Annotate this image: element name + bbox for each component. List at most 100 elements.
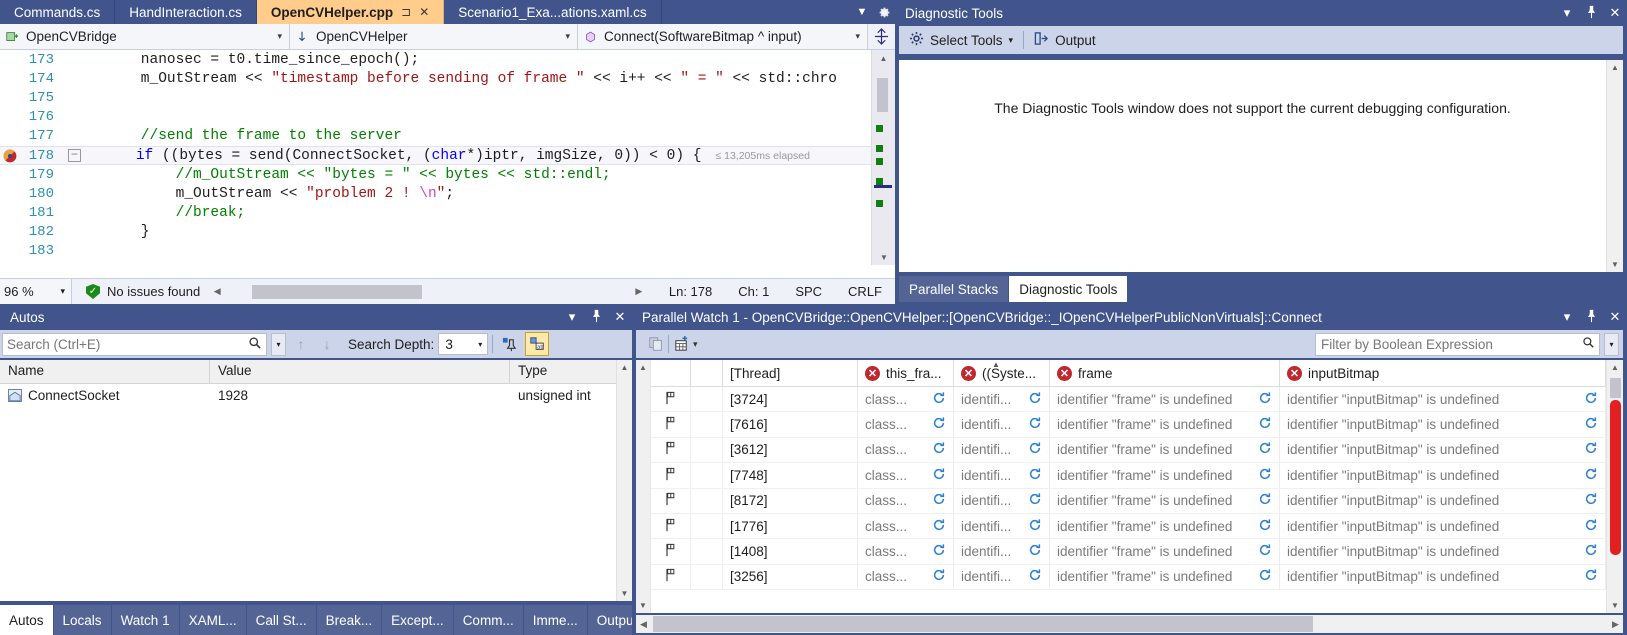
row-cell[interactable]: identifier "inputBitmap" is undefined xyxy=(1280,437,1606,463)
scroll-down-icon[interactable]: ▼ xyxy=(1611,260,1619,269)
table-row[interactable]: [7616] class... identifi... identifier "fra… xyxy=(651,412,1606,438)
flag-icon[interactable] xyxy=(664,518,677,535)
refresh-icon[interactable] xyxy=(1258,391,1272,408)
row-value-cell[interactable]: 1928 xyxy=(210,384,510,406)
column-header-value[interactable]: Value xyxy=(210,360,510,383)
column-header[interactable]: ✕ ((Syste... ▲ xyxy=(954,360,1050,386)
row-cell[interactable]: class... xyxy=(858,513,954,539)
flag-icon[interactable] xyxy=(664,441,677,458)
refresh-icon[interactable] xyxy=(932,467,946,484)
row-cell[interactable]: identifi... xyxy=(954,437,1050,463)
code-line[interactable]: 174 m_OutStream << "timestamp before sen… xyxy=(0,69,871,88)
row-flag-cell[interactable] xyxy=(651,387,691,412)
row-name-cell[interactable]: ConnectSocket xyxy=(0,384,210,406)
debug-tool-tab[interactable]: Except... xyxy=(382,605,454,635)
row-cell[interactable]: identifi... xyxy=(954,539,1050,564)
row-cell[interactable] xyxy=(691,488,723,513)
scroll-left-icon[interactable]: ◀ xyxy=(636,619,651,630)
refresh-icon[interactable] xyxy=(1584,543,1598,560)
column-header[interactable]: ✕ inputBitmap xyxy=(1280,360,1606,386)
debug-tool-tab[interactable]: Comm... xyxy=(453,605,524,635)
table-row[interactable]: [1408] class... identifi... identifier "fra… xyxy=(651,539,1606,565)
refresh-icon[interactable] xyxy=(1028,518,1042,535)
column-header[interactable] xyxy=(691,360,723,386)
refresh-icon[interactable] xyxy=(1584,492,1598,509)
chevron-down-icon[interactable]: ▾ xyxy=(1555,309,1579,325)
row-flag-cell[interactable] xyxy=(651,513,691,539)
row-cell[interactable]: identifier "frame" is undefined xyxy=(1050,513,1280,539)
debug-tool-tab[interactable]: Watch 1 xyxy=(111,605,180,635)
hex-display-icon[interactable]: ab xyxy=(525,332,550,356)
magnifier-icon[interactable] xyxy=(1578,336,1599,352)
row-cell[interactable]: identifier "inputBitmap" is undefined xyxy=(1280,412,1606,437)
flag-icon[interactable] xyxy=(664,492,677,509)
row-cell[interactable]: [3612] xyxy=(723,437,858,463)
search-options-dropdown[interactable]: ▾ xyxy=(271,332,286,356)
close-icon[interactable]: ✕ xyxy=(608,309,632,325)
row-cell[interactable]: class... xyxy=(858,564,954,590)
refresh-icon[interactable] xyxy=(932,568,946,585)
row-cell[interactable]: identifier "frame" is undefined xyxy=(1050,437,1280,463)
row-cell[interactable]: identifier "inputBitmap" is undefined xyxy=(1280,387,1606,412)
scroll-down-icon[interactable]: ▼ xyxy=(639,601,647,610)
scroll-up-icon[interactable]: ▲ xyxy=(639,363,647,372)
chevron-down-icon[interactable]: ▾ xyxy=(560,309,584,325)
debug-tool-tab[interactable]: Locals xyxy=(53,605,112,635)
row-cell[interactable] xyxy=(691,437,723,463)
pin-icon[interactable] xyxy=(1579,5,1603,22)
refresh-icon[interactable] xyxy=(932,518,946,535)
row-cell[interactable]: class... xyxy=(858,437,954,463)
refresh-icon[interactable] xyxy=(1258,543,1272,560)
flag-icon[interactable] xyxy=(664,467,677,484)
scroll-down-icon[interactable]: ▼ xyxy=(1611,601,1619,610)
row-cell[interactable] xyxy=(691,539,723,564)
refresh-icon[interactable] xyxy=(932,441,946,458)
gear-icon[interactable] xyxy=(873,0,895,24)
editor-tab[interactable]: Scenario1_Exa...ations.xaml.cs xyxy=(444,0,662,24)
row-flag-cell[interactable] xyxy=(651,564,691,590)
row-cell[interactable]: identifier "frame" is undefined xyxy=(1050,488,1280,513)
chevron-down-icon[interactable]: ▾ xyxy=(1009,35,1014,46)
hscroll-thumb[interactable] xyxy=(252,284,423,299)
refresh-icon[interactable] xyxy=(1584,416,1598,433)
chevron-down-icon[interactable]: ▾ xyxy=(60,286,71,297)
refresh-icon[interactable] xyxy=(932,416,946,433)
chevron-down-icon[interactable]: ▾ xyxy=(270,31,289,42)
row-cell[interactable]: identifi... xyxy=(954,488,1050,513)
row-cell[interactable]: [1408] xyxy=(723,539,858,564)
refresh-icon[interactable] xyxy=(1258,568,1272,585)
row-cell[interactable]: [8172] xyxy=(723,488,858,513)
pin-column-icon[interactable] xyxy=(497,332,521,356)
output-button[interactable]: Output xyxy=(1024,26,1106,54)
column-header[interactable]: ✕ this_fra... xyxy=(858,360,954,386)
close-icon[interactable]: ✕ xyxy=(1603,309,1627,325)
refresh-icon[interactable] xyxy=(1028,467,1042,484)
hscroll-thumb[interactable] xyxy=(653,616,1313,632)
scroll-down-icon[interactable]: ▼ xyxy=(621,589,629,598)
row-cell[interactable]: identifier "inputBitmap" is undefined xyxy=(1280,488,1606,513)
grid-left-scroll-gutter[interactable]: ▲ ▼ xyxy=(636,360,651,613)
flag-icon[interactable] xyxy=(664,543,677,560)
refresh-icon[interactable] xyxy=(1584,391,1598,408)
table-row[interactable]: [3724] class... identifi... identifier "fra… xyxy=(651,387,1606,413)
debug-tool-tab[interactable]: XAML... xyxy=(179,605,247,635)
refresh-icon[interactable] xyxy=(1584,467,1598,484)
row-cell[interactable]: identifi... xyxy=(954,564,1050,590)
function-scope-dropdown[interactable]: Connect(SoftwareBitmap ^ input) ▾ xyxy=(578,24,868,49)
row-cell[interactable]: class... xyxy=(858,387,954,412)
scroll-up-icon[interactable]: ▲ xyxy=(872,50,895,66)
refresh-icon[interactable] xyxy=(1028,543,1042,560)
copy-icon[interactable] xyxy=(644,332,668,356)
chevron-down-icon[interactable]: ▾ xyxy=(558,31,577,42)
scrollbar-thumb[interactable] xyxy=(1610,378,1621,398)
refresh-icon[interactable] xyxy=(1258,416,1272,433)
column-header-type[interactable]: Type xyxy=(510,360,632,383)
magnifier-icon[interactable] xyxy=(244,336,266,353)
code-line[interactable]: 176 xyxy=(0,108,871,127)
split-window-icon[interactable] xyxy=(868,24,895,49)
row-cell[interactable] xyxy=(691,513,723,539)
row-cell[interactable]: identifier "inputBitmap" is undefined xyxy=(1280,463,1606,488)
refresh-icon[interactable] xyxy=(932,391,946,408)
refresh-icon[interactable] xyxy=(1258,467,1272,484)
row-flag-cell[interactable] xyxy=(651,539,691,564)
